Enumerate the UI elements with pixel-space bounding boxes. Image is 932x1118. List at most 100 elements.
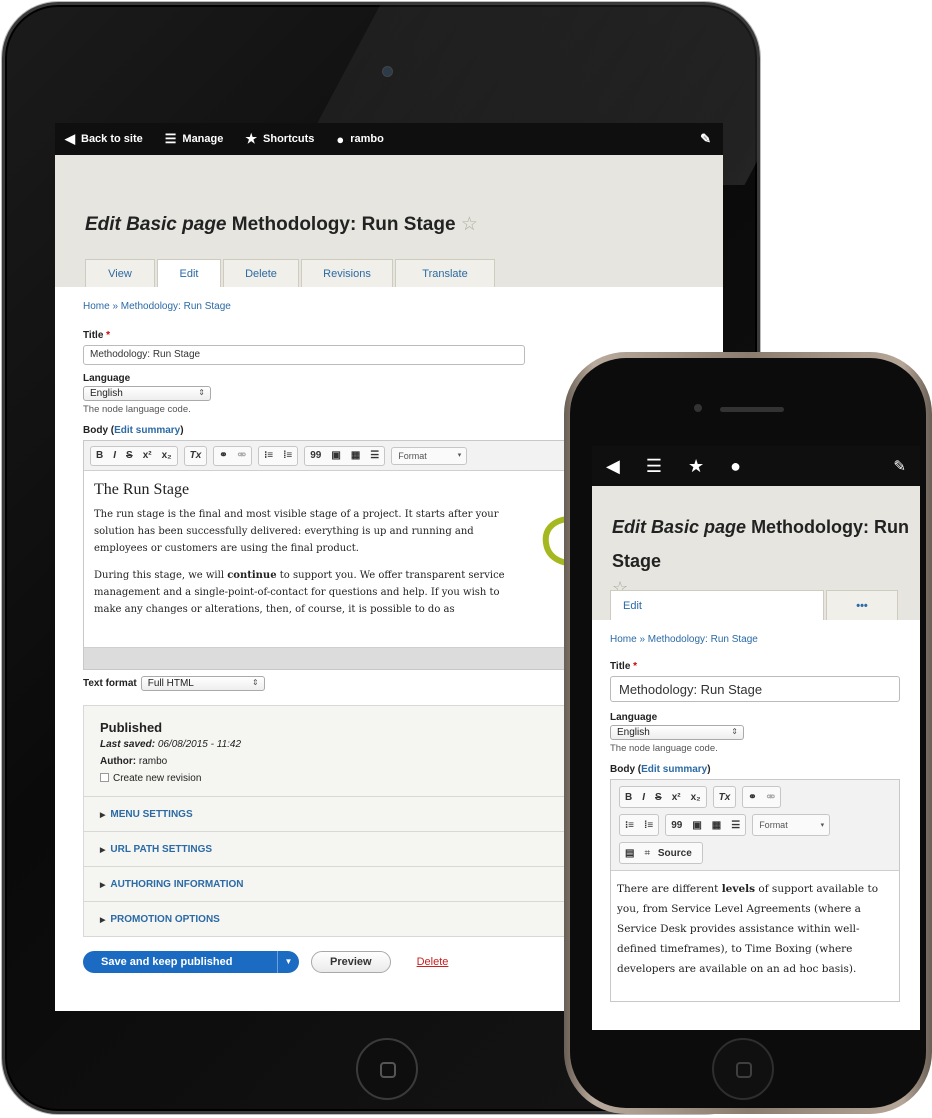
format-select[interactable]: Format ▾: [391, 446, 468, 465]
tab-revisions[interactable]: Revisions: [301, 259, 393, 287]
dropdown-arrow-icon[interactable]: ▼: [277, 951, 299, 973]
delete-link[interactable]: Delete: [417, 956, 449, 968]
edit-summary-link[interactable]: Edit summary: [641, 764, 707, 775]
user-icon: ●: [336, 131, 345, 147]
italic-button[interactable]: I: [637, 792, 650, 803]
tab-delete[interactable]: Delete: [223, 259, 299, 287]
tab-edit[interactable]: Edit: [610, 590, 824, 620]
image-icon[interactable]: ▣: [687, 820, 706, 831]
unlink-icon[interactable]: ⚮: [233, 450, 251, 461]
list-group: ⁝≡ ⁞≡: [258, 445, 299, 466]
media-group: 99 ▣ ▦ ☰: [665, 814, 747, 836]
superscript-button[interactable]: x²: [138, 450, 157, 461]
link-icon[interactable]: ⚭: [743, 792, 761, 803]
tab-translate[interactable]: Translate: [395, 259, 495, 287]
bold-button[interactable]: B: [91, 450, 108, 461]
edit-summary-link[interactable]: Edit summary: [114, 425, 180, 436]
bold-button[interactable]: B: [620, 792, 637, 803]
primary-tabs: View Edit Delete Revisions Translate: [85, 259, 497, 287]
strike-button[interactable]: S: [121, 450, 138, 461]
menu-settings-toggle[interactable]: ▶ MENU SETTINGS: [84, 796, 622, 831]
select-caret-icon: ⇕: [731, 727, 738, 736]
chevron-down-icon: ▾: [457, 451, 462, 459]
preview-button[interactable]: Preview: [311, 951, 391, 973]
rich-text-editor: B I S x² x₂ Tx ⚭ ⚮ ⁝≡ ⁞≡ 99 ▣ ▦ ☰ Format…: [83, 440, 613, 670]
superscript-button[interactable]: x²: [667, 792, 686, 803]
select-caret-icon: ⇕: [252, 678, 259, 687]
author-info: Author: rambo: [100, 756, 168, 767]
bulleted-list-button[interactable]: ⁝≡: [259, 450, 278, 461]
tab-edit[interactable]: Edit: [157, 259, 221, 287]
unlink-icon[interactable]: ⚮: [762, 792, 780, 803]
table-icon[interactable]: ▦: [346, 450, 365, 461]
back-to-site-link[interactable]: ◀ Back to site: [65, 131, 143, 147]
triangle-right-icon: ▶: [100, 917, 106, 924]
tablet-home-button: [356, 1038, 418, 1100]
tab-view[interactable]: View: [85, 259, 155, 287]
title-input[interactable]: Methodology: Run Stage: [83, 345, 525, 365]
authoring-information-toggle[interactable]: ▶ AUTHORING INFORMATION: [84, 866, 622, 901]
basic-styles-group: B I S x² x₂: [90, 445, 178, 466]
star-icon[interactable]: ★: [688, 456, 704, 477]
breadcrumb[interactable]: Home » Methodology: Run Stage: [83, 301, 695, 312]
remove-format-button[interactable]: Tx: [714, 792, 736, 803]
user-icon[interactable]: ●: [730, 456, 741, 477]
manage-link[interactable]: ☰ Manage: [165, 131, 224, 147]
image-icon[interactable]: ▣: [326, 450, 345, 461]
language-select[interactable]: English ⇕: [83, 386, 211, 401]
clear-format-group: Tx: [712, 786, 737, 808]
save-button[interactable]: Save and keep published ▼: [83, 951, 299, 973]
new-revision-checkbox[interactable]: [100, 773, 109, 782]
basic-styles-group: B I S x² x₂: [619, 786, 707, 808]
source-button[interactable]: ⌗ Source: [639, 848, 701, 859]
back-circle-icon[interactable]: ◀: [606, 456, 620, 477]
blockquote-button[interactable]: 99: [666, 820, 687, 831]
select-caret-icon: ⇕: [198, 388, 205, 397]
admin-toolbar: ◀ Back to site ☰ Manage ★ Shortcuts ● ra…: [55, 123, 723, 155]
body-label: Body (Edit summary): [610, 764, 711, 775]
blockquote-button[interactable]: 99: [305, 450, 326, 461]
numbered-list-button[interactable]: ⁞≡: [278, 450, 297, 461]
title-input[interactable]: Methodology: Run Stage: [610, 676, 900, 702]
editor-toolbar: B I S x² x₂ Tx ⚭ ⚮ ⁝≡ ⁞≡ 99 ▣ ▦ ☰ Format…: [84, 441, 612, 471]
shortcuts-link[interactable]: ★ Shortcuts: [245, 131, 314, 147]
new-revision-checkbox-row[interactable]: Create new revision: [100, 773, 606, 784]
tab-more[interactable]: •••: [826, 590, 898, 620]
phone-home-button: [712, 1038, 774, 1100]
numbered-list-button[interactable]: ⁞≡: [639, 820, 658, 831]
editor-content[interactable]: There are different levels of support av…: [611, 871, 899, 1001]
mobile-admin-toolbar: ◀ ☰ ★ ● ✎: [592, 446, 920, 486]
back-circle-icon: ◀: [65, 131, 75, 146]
url-path-settings-toggle[interactable]: ▶ URL PATH SETTINGS: [84, 831, 622, 866]
clear-format-group: Tx: [183, 445, 208, 466]
mobile-edit-form: Home » Methodology: Run Stage Title * Me…: [592, 620, 920, 1014]
remove-format-button[interactable]: Tx: [185, 450, 207, 461]
pencil-icon[interactable]: ✎: [700, 131, 711, 147]
format-select[interactable]: Format ▾: [752, 814, 831, 836]
subscript-button[interactable]: x₂: [686, 792, 706, 803]
link-icon[interactable]: ⚭: [214, 450, 232, 461]
editor-content[interactable]: The Run Stage The run stage is the final…: [84, 471, 612, 647]
user-link[interactable]: ● rambo: [336, 132, 383, 147]
document-icon[interactable]: ▤: [620, 848, 639, 859]
text-format-select[interactable]: Full HTML ⇕: [140, 676, 265, 691]
pencil-icon[interactable]: ✎: [893, 457, 906, 475]
italic-button[interactable]: I: [108, 450, 121, 461]
hamburger-icon[interactable]: ☰: [646, 456, 662, 477]
breadcrumb[interactable]: Home » Methodology: Run Stage: [610, 634, 902, 645]
phone-device: ◀ ☰ ★ ● ✎ Edit Basic page Methodology: R…: [564, 352, 932, 1114]
horizontal-rule-icon[interactable]: ☰: [365, 450, 384, 461]
favorite-star-icon[interactable]: ☆: [461, 214, 478, 235]
page-header: Edit Basic page Methodology: Run Stage ☆…: [55, 155, 723, 287]
mobile-page-title: Edit Basic page Methodology: Run Stage: [612, 517, 910, 571]
strike-button[interactable]: S: [650, 792, 667, 803]
bulleted-list-button[interactable]: ⁝≡: [620, 820, 639, 831]
language-select[interactable]: English ⇕: [610, 725, 744, 740]
promotion-options-toggle[interactable]: ▶ PROMOTION OPTIONS: [84, 901, 622, 936]
horizontal-rule-icon[interactable]: ☰: [726, 820, 745, 831]
content-heading: The Run Stage: [94, 481, 190, 498]
table-icon[interactable]: ▦: [707, 820, 726, 831]
subscript-button[interactable]: x₂: [157, 450, 177, 461]
meta-header: Published Last saved: 06/08/2015 - 11:42…: [84, 706, 622, 796]
editor-status-bar: [84, 647, 612, 669]
